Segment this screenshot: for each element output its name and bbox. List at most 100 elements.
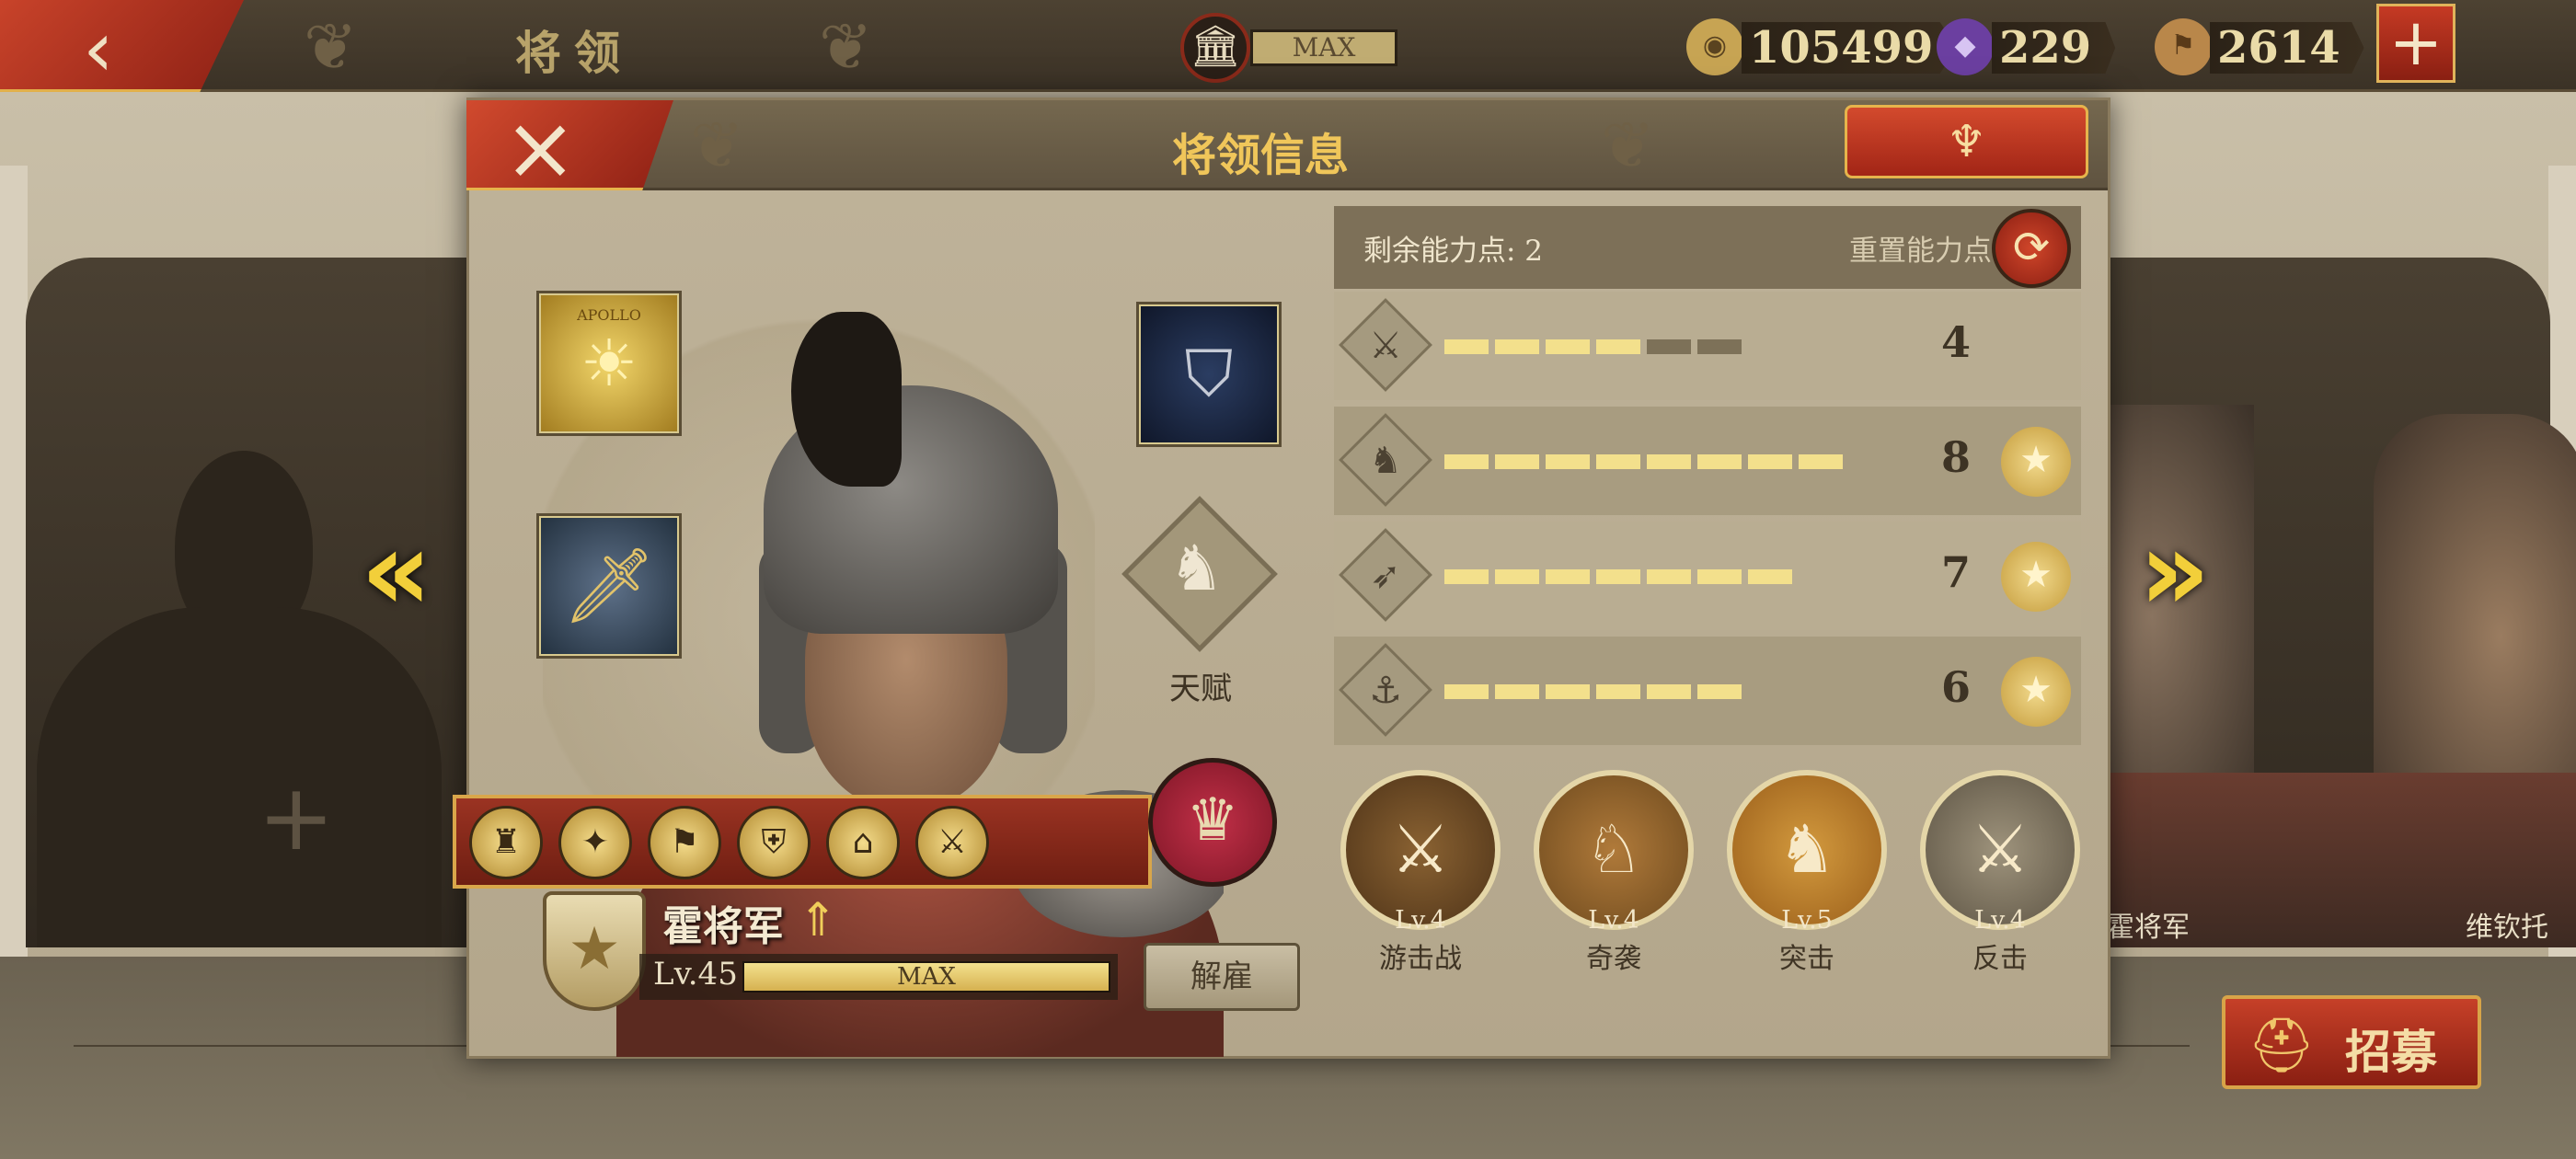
stat-segment-filled: [1799, 454, 1843, 469]
page-title: 将领: [515, 26, 633, 80]
stat-row-archery: ➶ 7 ★: [1334, 522, 2081, 630]
recruit-button[interactable]: ⛑ 招募: [2222, 995, 2481, 1089]
banner-medal-icon[interactable]: ⚑: [648, 806, 721, 879]
skill-level: Lv.4: [1588, 906, 1639, 935]
spqr-banner-icon: ⚑: [2155, 18, 2212, 75]
equipment-slot-shield[interactable]: ⛉: [1136, 302, 1282, 447]
stat-segment-filled: [1748, 569, 1792, 584]
shield-medal-icon[interactable]: ⛨: [737, 806, 811, 879]
general-name-label: 霍将军: [2107, 912, 2190, 944]
stat-segment-filled: [1748, 454, 1792, 469]
skill-level: Lv.4: [1974, 906, 2026, 935]
level-label: Lv.45: [653, 956, 738, 993]
helmet-plus-icon: ⛑: [2248, 1014, 2316, 1076]
equipment-slot-banner[interactable]: ☀ APOLLO: [536, 291, 682, 436]
stat-row-cavalry: ♞ 8 ★: [1334, 407, 2081, 515]
stat-segment-filled: [1596, 569, 1640, 584]
stat-segment-filled: [1647, 454, 1691, 469]
horse-head-icon: ♞: [1167, 532, 1225, 605]
stat-segment-empty: [1697, 339, 1742, 354]
stat-icon-frame: ⚓: [1339, 643, 1432, 737]
next-general-preview[interactable]: [2107, 386, 2576, 947]
general-info-modal: ❦ 将领信息 ❦ × ♆ ☀ APOLLO 🗡 ⛉ ♞ 天赋 ♜ ✦ ⚑ ⛨ ⌂: [453, 98, 2110, 1059]
add-resource-button[interactable]: +: [2376, 4, 2455, 83]
skill-level: Lv.4: [1395, 906, 1446, 935]
talent-label: 天赋: [1169, 671, 1232, 707]
star-wreath-icon: ★: [2001, 427, 2071, 497]
stat-segment-filled: [1546, 454, 1590, 469]
stat-segment-filled: [1444, 339, 1489, 354]
gem-icon: ◆: [1937, 18, 1994, 75]
level-status: MAX: [897, 963, 956, 991]
stat-segment-filled: [1697, 684, 1742, 699]
skill-level: Lv.5: [1781, 906, 1833, 935]
stat-segment-filled: [1444, 454, 1489, 469]
stat-segment-empty: [1647, 339, 1691, 354]
general-name: 霍将军: [662, 903, 784, 950]
next-general-arrow-icon[interactable]: »: [2139, 517, 2211, 627]
stat-segment-filled: [1495, 454, 1539, 469]
compass-medal-icon[interactable]: ✦: [558, 806, 632, 879]
stat-value: 7: [1941, 547, 1972, 597]
refresh-icon: ⟳: [2012, 222, 2051, 273]
stat-segment-filled: [1596, 684, 1640, 699]
stat-segment-filled: [1495, 339, 1539, 354]
medal-bar: ♜ ✦ ⚑ ⛨ ⌂ ⚔: [453, 795, 1152, 889]
level-progress-bar: MAX: [742, 961, 1110, 993]
previous-general-arrow-icon[interactable]: «: [361, 517, 432, 627]
anchor-icon: ⚓: [1369, 670, 1402, 712]
back-arrow-icon: ‹: [83, 4, 114, 94]
sword-icon: 🗡: [562, 543, 656, 628]
stat-row-attack: ⚔ 4: [1334, 292, 2081, 400]
rank-star-icon: ★: [543, 891, 646, 1011]
lightning-shield-icon: ⛉: [1184, 336, 1234, 412]
general-name-label: 维钦托: [2466, 912, 2548, 944]
remaining-points: 剩余能力点: 2: [1363, 235, 1544, 268]
plus-icon: +: [2388, 5, 2444, 80]
modal-title: 将领信息: [1171, 130, 1349, 181]
stat-segment-filled: [1647, 569, 1691, 584]
laurel-left-icon: ❦: [304, 9, 358, 85]
stat-segment-filled: [1697, 454, 1742, 469]
plus-icon[interactable]: +: [258, 763, 335, 871]
banner-inscription: APOLLO: [577, 306, 641, 324]
skill-name: 游击战: [1379, 943, 1462, 975]
stat-segment-filled: [1495, 684, 1539, 699]
coin-icon: ◉: [1686, 18, 1743, 75]
gem-value: 229: [1992, 22, 2116, 74]
skill-name: 反击: [1972, 943, 2028, 975]
emblem-button[interactable]: ♆: [1845, 105, 2088, 178]
silhouette-body: [37, 607, 442, 947]
close-button[interactable]: ×: [466, 100, 673, 190]
stat-segment-filled: [1444, 569, 1489, 584]
general-portrait-bearded: [2374, 414, 2576, 819]
laurel-left-icon: ❦: [690, 108, 744, 183]
stat-segment-filled: [1546, 569, 1590, 584]
building-icon: 🏛: [1180, 13, 1250, 83]
coin-value: 105499: [1742, 22, 1958, 74]
eagle-medal-icon[interactable]: ♜: [469, 806, 543, 879]
stat-value: 8: [1941, 432, 1972, 482]
stat-value: 6: [1941, 662, 1972, 712]
dismiss-button[interactable]: 解雇: [1144, 943, 1300, 1011]
crown-icon[interactable]: ♛: [1148, 758, 1277, 887]
stat-segment-filled: [1444, 684, 1489, 699]
stat-segment-filled: [1495, 569, 1539, 584]
banner-value: 2614: [2210, 22, 2364, 74]
sword-icon: ⚔: [1369, 325, 1402, 367]
soldier-medal-icon[interactable]: ⚔: [915, 806, 989, 879]
close-icon: ×: [503, 97, 578, 200]
equipment-slot-sword[interactable]: 🗡: [536, 513, 682, 659]
star-wreath-icon: ★: [2001, 657, 2071, 727]
stat-segment-filled: [1647, 684, 1691, 699]
eagle-emblem-icon: ♆: [1946, 116, 1987, 167]
temple-medal-icon[interactable]: ⌂: [826, 806, 900, 879]
stat-segment-filled: [1546, 684, 1590, 699]
apollo-banner-icon: ☀: [580, 326, 638, 401]
reset-points-button[interactable]: ⟳: [1992, 209, 2071, 288]
stat-segment-filled: [1546, 339, 1590, 354]
stat-icon-frame: ➶: [1339, 528, 1432, 622]
bow-icon: ➶: [1370, 555, 1401, 597]
treasury-bar: MAX: [1250, 29, 1397, 66]
stat-segment-filled: [1596, 454, 1640, 469]
